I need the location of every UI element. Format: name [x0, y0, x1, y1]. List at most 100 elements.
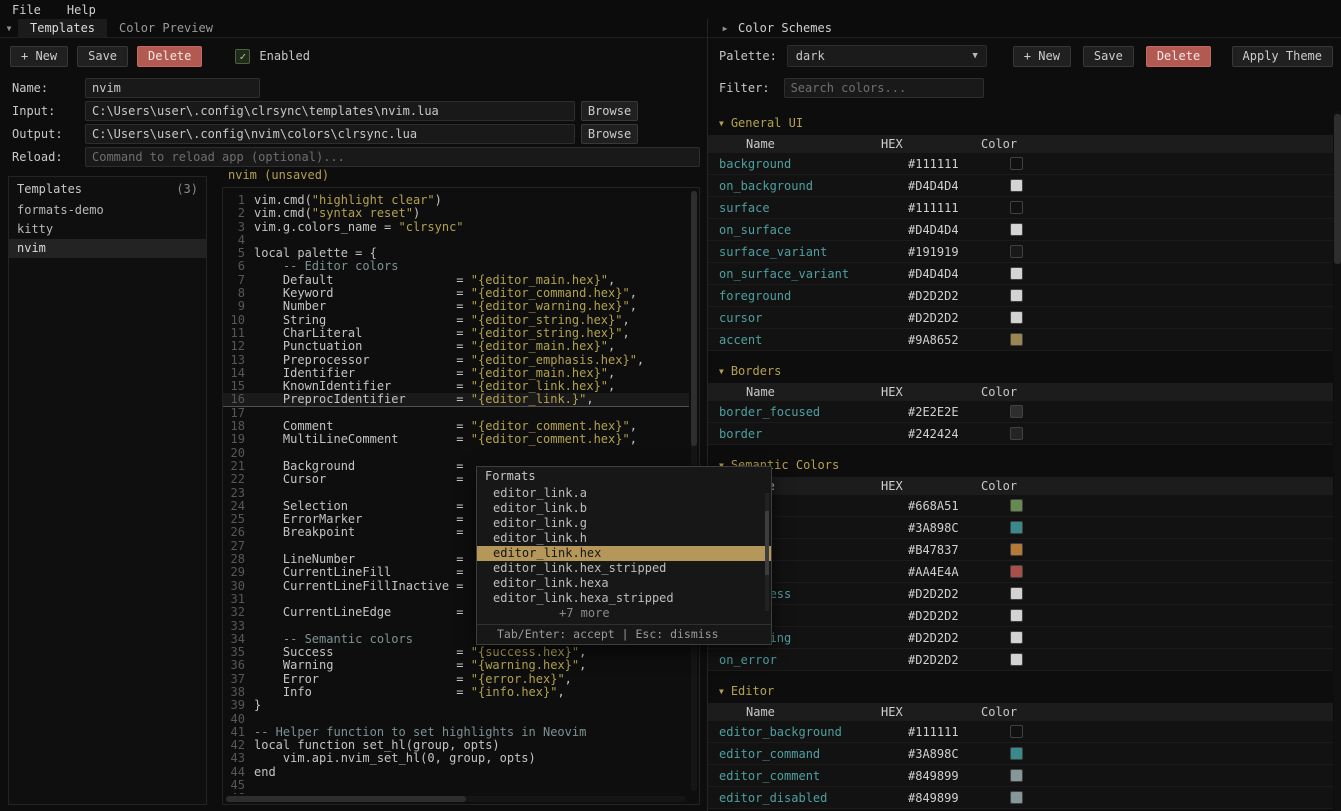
color-row[interactable]: surface_variant#191919 [708, 241, 1333, 263]
color-row[interactable]: on_success#D2D2D2 [708, 583, 1333, 605]
color-cell [1008, 521, 1333, 534]
color-swatch[interactable] [1010, 653, 1023, 666]
color-swatch[interactable] [1010, 157, 1023, 170]
color-row[interactable]: surface#111111 [708, 197, 1333, 219]
output-browse-button[interactable]: Browse [581, 124, 638, 144]
chevron-right-icon[interactable]: ▶ [716, 24, 734, 33]
autocomplete-item[interactable]: editor_link.hexa [477, 576, 771, 591]
color-hex: #191919 [908, 245, 1008, 259]
template-name-input[interactable] [85, 78, 260, 98]
color-swatch[interactable] [1010, 245, 1023, 258]
color-row[interactable]: foreground#D2D2D2 [708, 285, 1333, 307]
color-swatch[interactable] [1010, 769, 1023, 782]
scrollbar-thumb[interactable] [226, 796, 466, 802]
template-item-nvim[interactable]: nvim [9, 239, 206, 258]
color-name: surface [708, 201, 908, 215]
color-filter-input[interactable] [784, 78, 984, 98]
autocomplete-item[interactable]: editor_link.b [477, 501, 771, 516]
delete-palette-button[interactable]: Delete [1146, 46, 1211, 67]
autocomplete-item[interactable]: editor_link.hexa_stripped [477, 591, 771, 606]
color-row[interactable]: accent#9A8652 [708, 329, 1333, 351]
section-header[interactable]: ▼General UI [708, 111, 1333, 135]
tab-color-preview[interactable]: Color Preview [107, 19, 225, 37]
color-swatch[interactable] [1010, 543, 1023, 556]
color-swatch[interactable] [1010, 333, 1023, 346]
autocomplete-scrollbar[interactable] [765, 493, 769, 611]
autocomplete-item[interactable]: editor_link.h [477, 531, 771, 546]
color-swatch[interactable] [1010, 747, 1023, 760]
editor-horizontal-scrollbar[interactable] [226, 796, 686, 802]
reload-command-field[interactable] [85, 147, 700, 167]
color-swatch[interactable] [1010, 201, 1023, 214]
scrollbar-thumb[interactable] [1334, 114, 1341, 264]
input-browse-button[interactable]: Browse [581, 101, 638, 121]
color-row[interactable]: info#3A898C [708, 517, 1333, 539]
color-row[interactable]: on_warning#D2D2D2 [708, 627, 1333, 649]
color-swatch[interactable] [1010, 427, 1023, 440]
color-swatch[interactable] [1010, 521, 1023, 534]
color-swatch[interactable] [1010, 311, 1023, 324]
color-swatch[interactable] [1010, 631, 1023, 644]
color-row[interactable]: editor_command#3A898C [708, 743, 1333, 765]
color-row[interactable]: border#242424 [708, 423, 1333, 445]
section-header[interactable]: ▼Borders [708, 359, 1333, 383]
scrollbar-thumb[interactable] [691, 191, 697, 446]
color-row[interactable]: editor_disabled#849899 [708, 787, 1333, 809]
chevron-down-icon[interactable]: ▼ [0, 24, 18, 33]
delete-template-button[interactable]: Delete [137, 46, 202, 67]
color-row[interactable]: on_surface#D4D4D4 [708, 219, 1333, 241]
output-path-field[interactable] [85, 124, 575, 144]
section-header[interactable]: ▼Editor [708, 679, 1333, 703]
name-row: Name: [12, 78, 700, 98]
save-template-button[interactable]: Save [77, 46, 128, 67]
section-header[interactable]: ▼Semantic Colors [708, 453, 1333, 477]
input-path-field[interactable] [85, 101, 575, 121]
color-swatch[interactable] [1010, 725, 1023, 738]
color-row[interactable]: warning#B47837 [708, 539, 1333, 561]
color-swatch[interactable] [1010, 289, 1023, 302]
palette-select[interactable]: dark ▼ [787, 45, 987, 67]
color-swatch[interactable] [1010, 587, 1023, 600]
color-swatch[interactable] [1010, 791, 1023, 804]
menu-help[interactable]: Help [67, 3, 96, 17]
autocomplete-item[interactable]: editor_link.g [477, 516, 771, 531]
color-swatch[interactable] [1010, 609, 1023, 622]
color-row[interactable]: success#668A51 [708, 495, 1333, 517]
color-row[interactable]: error#AA4E4A [708, 561, 1333, 583]
line-number: 13 [223, 354, 245, 367]
color-row[interactable]: on_error#D2D2D2 [708, 649, 1333, 671]
color-row[interactable]: cursor#D2D2D2 [708, 307, 1333, 329]
color-row[interactable]: editor_background#111111 [708, 721, 1333, 743]
autocomplete-item[interactable]: editor_link.hex_stripped [477, 561, 771, 576]
color-row[interactable]: on_info#D2D2D2 [708, 605, 1333, 627]
template-item-formats-demo[interactable]: formats-demo [9, 201, 206, 220]
color-swatch[interactable] [1010, 267, 1023, 280]
new-palette-button[interactable]: + New [1013, 46, 1071, 67]
enabled-checkbox[interactable]: ✓ [235, 49, 250, 64]
code-line-12: 12 Punctuation = "{editor_main.hex}", [223, 340, 689, 353]
color-name: on_background [708, 179, 908, 193]
color-row[interactable]: on_background#D4D4D4 [708, 175, 1333, 197]
color-row[interactable]: border_focused#2E2E2E [708, 401, 1333, 423]
tab-templates[interactable]: Templates [18, 19, 107, 37]
color-swatch[interactable] [1010, 565, 1023, 578]
color-schemes-scrollbar[interactable] [1334, 111, 1341, 811]
color-row[interactable]: background#111111 [708, 153, 1333, 175]
autocomplete-item[interactable]: editor_link.hex [477, 546, 771, 561]
color-swatch[interactable] [1010, 499, 1023, 512]
color-row[interactable]: on_surface_variant#D4D4D4 [708, 263, 1333, 285]
code-line-2: 2vim.cmd("syntax reset") [223, 207, 689, 220]
template-item-kitty[interactable]: kitty [9, 220, 206, 239]
color-swatch[interactable] [1010, 405, 1023, 418]
line-number: 19 [223, 433, 245, 446]
new-template-button[interactable]: + New [10, 46, 68, 67]
scrollbar-thumb[interactable] [765, 511, 769, 575]
save-palette-button[interactable]: Save [1083, 46, 1134, 67]
autocomplete-more[interactable]: +7 more [477, 606, 771, 621]
menu-file[interactable]: File [12, 3, 41, 17]
autocomplete-item[interactable]: editor_link.a [477, 486, 771, 501]
color-swatch[interactable] [1010, 179, 1023, 192]
color-row[interactable]: editor_comment#849899 [708, 765, 1333, 787]
apply-theme-button[interactable]: Apply Theme [1232, 46, 1333, 67]
color-swatch[interactable] [1010, 223, 1023, 236]
